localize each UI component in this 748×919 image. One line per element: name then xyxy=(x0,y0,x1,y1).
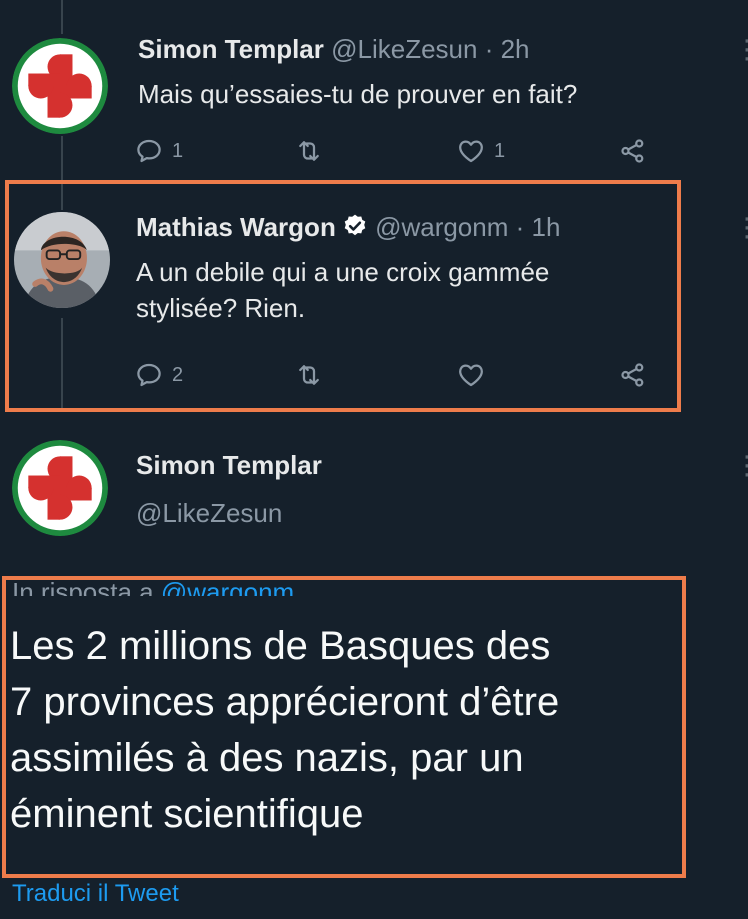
focused-tweet-text: Les 2 millions de Basques des 7 province… xyxy=(10,618,675,842)
share-button[interactable] xyxy=(618,360,648,390)
avatar-simon-templar-focused[interactable] xyxy=(12,440,108,536)
lauburu-logo xyxy=(12,440,108,536)
tweet2-header: Mathias Wargon @wargonm · 1h xyxy=(136,212,560,243)
retweet-icon xyxy=(299,141,319,161)
tweet1-time[interactable]: · 2h xyxy=(485,34,530,64)
focused-text-line4: éminent scientifique xyxy=(10,792,364,836)
focused-text-line1: Les 2 millions de Basques des xyxy=(10,624,551,668)
more-icon[interactable]: ⋮ xyxy=(734,214,748,240)
share-icon xyxy=(621,139,644,163)
tweet1-text: Mais qu’essaies-tu de prouver en fait? xyxy=(138,79,578,109)
lauburu-logo xyxy=(12,38,108,134)
share-button[interactable] xyxy=(618,136,648,166)
retweet-button[interactable] xyxy=(294,360,324,390)
tweet2-handle[interactable]: @wargonm xyxy=(375,212,508,242)
tweet1-like-count: 1 xyxy=(494,139,506,162)
translate-tweet-link[interactable]: Traduci il Tweet xyxy=(12,880,179,908)
tweet1-reply-count: 1 xyxy=(172,139,184,162)
tweet2-text-line2: stylisée? Rien. xyxy=(136,293,306,323)
more-icon[interactable]: ⋮ xyxy=(734,452,748,478)
tweet2-reply-count: 2 xyxy=(172,363,184,386)
retweet-button[interactable] xyxy=(294,136,324,166)
reply-button[interactable]: 1 xyxy=(134,136,183,166)
avatar-simon-templar[interactable] xyxy=(12,38,108,134)
thread-line-top xyxy=(61,0,63,34)
tweet2-display-name[interactable]: Mathias Wargon xyxy=(136,212,336,242)
profile-photo xyxy=(14,212,110,308)
tweet2-time[interactable]: · 1h xyxy=(516,212,561,242)
reply-icon xyxy=(137,139,161,163)
focused-text-line2: 7 provinces apprécieront d’être xyxy=(10,680,560,724)
verified-icon xyxy=(344,214,366,236)
reply-icon xyxy=(137,363,161,387)
like-icon xyxy=(459,364,483,387)
tweet1-display-name[interactable]: Simon Templar xyxy=(138,34,324,64)
retweet-icon xyxy=(299,365,319,385)
like-button[interactable] xyxy=(456,360,486,390)
focused-text-line3: assimilés à des nazis, par un xyxy=(10,736,524,780)
focused-handle[interactable]: @LikeZesun xyxy=(136,498,282,529)
tweet1-handle[interactable]: @LikeZesun xyxy=(331,34,477,64)
tweet2-text-line1: A un debile qui a une croix gammée xyxy=(136,257,550,287)
more-icon[interactable]: ⋮ xyxy=(734,36,748,62)
focused-display-name[interactable]: Simon Templar xyxy=(136,450,322,481)
tweet2-text: A un debile qui a une croix gammée styli… xyxy=(136,254,668,326)
like-icon xyxy=(459,140,483,163)
share-icon xyxy=(621,363,644,387)
like-button[interactable]: 1 xyxy=(456,136,505,166)
reply-button[interactable]: 2 xyxy=(134,360,183,390)
tweet1-header: Simon Templar @LikeZesun · 2h xyxy=(138,34,530,65)
avatar-mathias-wargon[interactable] xyxy=(14,212,110,308)
